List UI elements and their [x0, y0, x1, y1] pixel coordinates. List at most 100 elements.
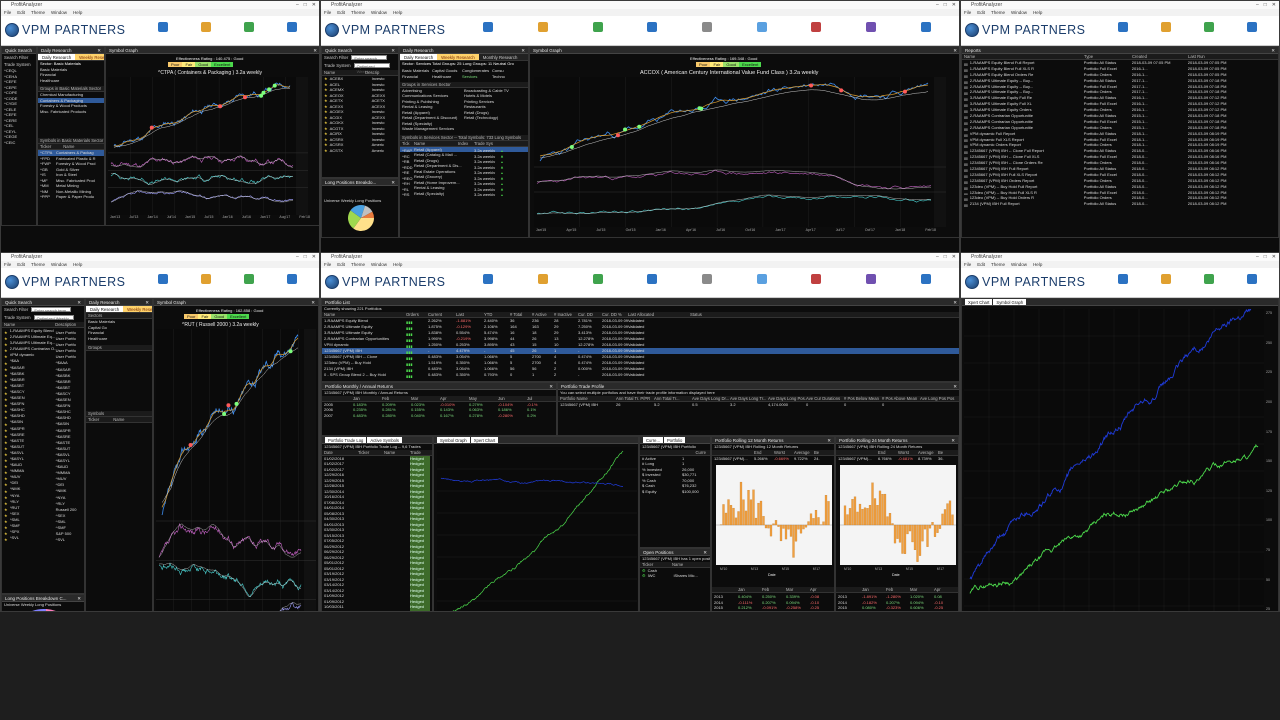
minimize-icon[interactable]: –	[1256, 2, 1259, 8]
download-icon[interactable]	[1203, 274, 1214, 284]
list-icon[interactable]	[756, 274, 767, 284]
menu-window[interactable]: Window	[1011, 10, 1027, 15]
group-item[interactable]: Waste Management Services	[400, 126, 462, 132]
minimize-icon[interactable]: –	[1256, 254, 1259, 260]
chart-icon[interactable]	[1246, 274, 1257, 284]
menu-file[interactable]: File	[4, 262, 11, 267]
sector-item[interactable]: Healthcare	[432, 74, 462, 80]
menu-theme[interactable]: Theme	[351, 262, 365, 267]
tab-research-0[interactable]: Daily Research	[400, 54, 438, 60]
close-icon[interactable]: ✕	[1272, 2, 1276, 8]
menu-help[interactable]: Help	[1033, 262, 1042, 267]
menu-help[interactable]: Help	[393, 10, 402, 15]
maximize-icon[interactable]: □	[304, 2, 307, 8]
close-icon[interactable]: ✕	[391, 47, 395, 53]
table-row[interactable]: 0 - SPS Group Blend 2 -- Buy Hold ▮▮▮ 0.48…	[322, 372, 959, 378]
menu-edit[interactable]: Edit	[17, 10, 25, 15]
trade-system-select[interactable]: Optimized Weekly	[353, 63, 390, 74]
chart-icon[interactable]	[1246, 22, 1257, 32]
close-icon[interactable]: ✕	[312, 254, 316, 260]
search-input[interactable]: Enter search term	[31, 307, 72, 313]
download-icon[interactable]	[592, 274, 603, 284]
close-icon[interactable]: ✕	[77, 595, 81, 601]
menu-window[interactable]: Window	[1011, 262, 1027, 267]
menu-help[interactable]: Help	[73, 10, 82, 15]
menu-file[interactable]: File	[964, 262, 971, 267]
close-icon[interactable]: ✕	[953, 383, 957, 389]
menu-window[interactable]: Window	[51, 262, 67, 267]
sector-item[interactable]: Services	[462, 74, 492, 80]
menu-edit[interactable]: Edit	[17, 262, 25, 267]
minimize-icon[interactable]: –	[296, 2, 299, 8]
close-icon[interactable]: ✕	[312, 2, 316, 8]
folder-icon[interactable]	[537, 22, 548, 32]
chart-icon[interactable]	[286, 274, 297, 284]
user-icon[interactable]	[920, 22, 931, 32]
close-icon[interactable]: ✕	[953, 299, 957, 305]
table-row[interactable]: ^RS Retail (Specialty) 3.2a weekly ▲	[400, 191, 528, 197]
minimize-icon[interactable]: –	[936, 254, 939, 260]
tab-research-1[interactable]: Weekly Research	[75, 54, 104, 60]
menu-edit[interactable]: Edit	[337, 10, 345, 15]
tab-currency[interactable]: Curre...	[643, 437, 663, 443]
menu-file[interactable]: File	[324, 262, 331, 267]
tab-trade-log-1[interactable]: Active Symbols	[367, 437, 403, 443]
sector-item[interactable]: Healthcare	[38, 78, 104, 84]
database-icon[interactable]	[811, 274, 822, 284]
gear-icon[interactable]	[701, 274, 712, 284]
tab-research-1[interactable]: Weekly Researc	[123, 306, 152, 312]
maximize-icon[interactable]: □	[944, 2, 947, 8]
globe-icon[interactable]	[157, 22, 168, 32]
menu-edit[interactable]: Edit	[977, 10, 985, 15]
close-icon[interactable]: ✕	[145, 299, 149, 305]
user-icon[interactable]	[920, 274, 931, 284]
globe-icon[interactable]	[157, 274, 168, 284]
table-row[interactable]: 10/03/2011 Hedged	[322, 609, 432, 611]
close-icon[interactable]: ✕	[952, 2, 956, 8]
maximize-icon[interactable]: □	[1264, 2, 1267, 8]
list-item[interactable]: ★ ^SVL ^SVL	[2, 535, 84, 541]
close-icon[interactable]: ✕	[951, 437, 955, 443]
close-icon[interactable]: ✕	[391, 179, 395, 185]
close-icon[interactable]: ✕	[827, 437, 831, 443]
gear-icon[interactable]	[701, 22, 712, 32]
close-icon[interactable]: ✕	[1271, 47, 1275, 53]
menu-edit[interactable]: Edit	[977, 262, 985, 267]
menu-theme[interactable]: Theme	[31, 262, 45, 267]
close-icon[interactable]: ✕	[97, 47, 101, 53]
chart-icon[interactable]	[286, 22, 297, 32]
table-row[interactable]: ▤ 2134 (VPM) IBH Full Report Portfolio All…	[962, 201, 1278, 207]
chart-icon[interactable]	[647, 22, 658, 32]
menu-window[interactable]: Window	[371, 10, 387, 15]
tab-research-0[interactable]: Daily Research	[86, 306, 124, 312]
menu-file[interactable]: File	[4, 10, 11, 15]
menu-help[interactable]: Help	[393, 262, 402, 267]
menu-theme[interactable]: Theme	[351, 10, 365, 15]
maximize-icon[interactable]: □	[1264, 254, 1267, 260]
tab-xpert-1[interactable]: Xpert Chart	[470, 437, 499, 443]
minimize-icon[interactable]: –	[936, 2, 939, 8]
download-icon[interactable]	[243, 274, 254, 284]
menu-help[interactable]: Help	[73, 262, 82, 267]
folder-icon[interactable]	[200, 274, 211, 284]
globe-icon[interactable]	[1117, 274, 1128, 284]
menu-edit[interactable]: Edit	[337, 262, 345, 267]
minimize-icon[interactable]: –	[296, 254, 299, 260]
close-icon[interactable]: ✕	[953, 47, 957, 53]
sector-item[interactable]: Techno	[492, 74, 522, 80]
sector-item[interactable]: Financial	[402, 74, 432, 80]
tab-trade-log-0[interactable]: Portfolio Trade Log	[325, 437, 367, 443]
menu-window[interactable]: Window	[371, 262, 387, 267]
tab-research-0[interactable]: Daily Research	[38, 54, 76, 60]
close-icon[interactable]: ✕	[77, 299, 81, 305]
sector-item[interactable]: Healthcare	[86, 336, 152, 342]
maximize-icon[interactable]: □	[944, 254, 947, 260]
menu-file[interactable]: File	[324, 10, 331, 15]
close-icon[interactable]: ✕	[313, 47, 317, 53]
globe-icon[interactable]	[483, 22, 494, 32]
table-row[interactable]: ^PPP Paper & Paper Produ	[38, 194, 104, 200]
download-icon[interactable]	[1203, 22, 1214, 32]
chart-icon[interactable]	[647, 274, 658, 284]
list-item[interactable]: ★ ACSTX Americ	[322, 148, 398, 154]
group-item[interactable]: Misc. Fabricated Products	[38, 109, 104, 115]
